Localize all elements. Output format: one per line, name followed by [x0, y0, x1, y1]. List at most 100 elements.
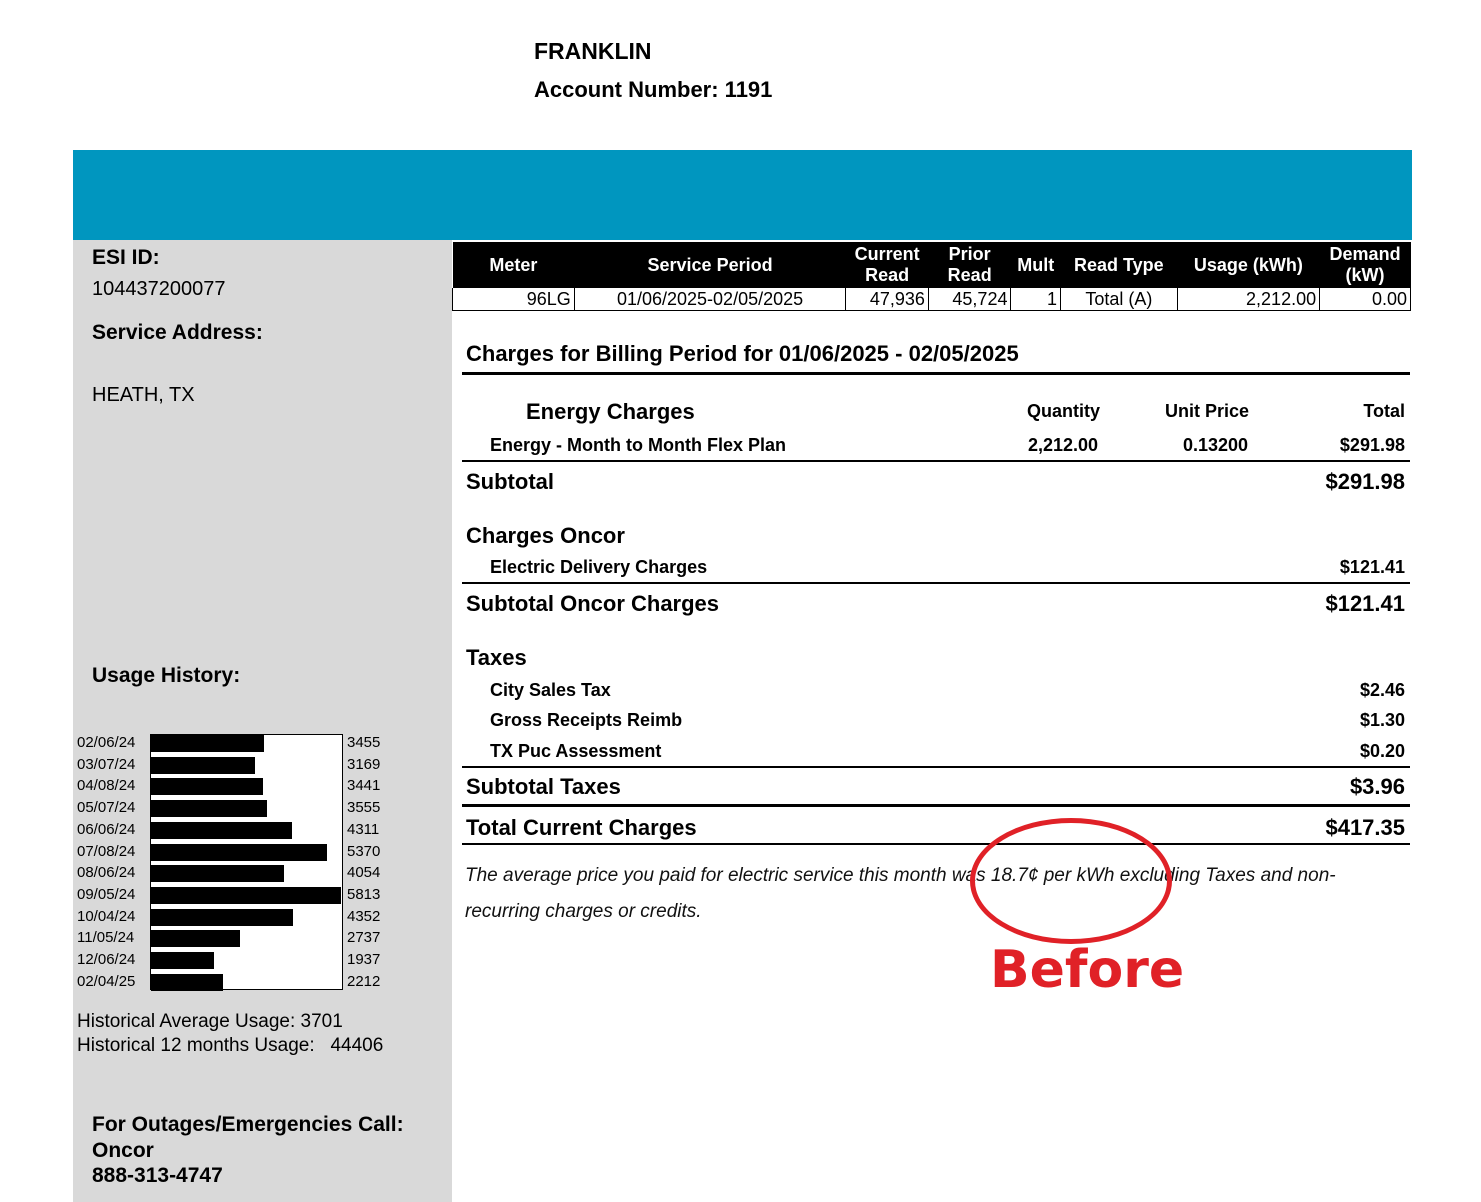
usage-value-label: 4054 — [347, 864, 381, 882]
taxes-subtotal-value: $3.96 — [1349, 774, 1405, 799]
subtotal-label: Subtotal — [466, 469, 554, 494]
usage-bar — [151, 821, 292, 839]
usage-bar — [151, 973, 223, 991]
energy-item-total: $291.98 — [1339, 435, 1405, 455]
subtotal-value: $291.98 — [1325, 469, 1405, 494]
usage-value-label: 4352 — [347, 907, 381, 925]
usage-date-label: 08/06/24 — [77, 864, 136, 882]
usage-date-label: 02/06/24 — [77, 734, 136, 751]
mult: 1 — [1010, 288, 1062, 311]
oncor-subtotal-value: $121.41 — [1325, 591, 1405, 616]
col-total-label: Total — [1363, 401, 1405, 421]
tax-item-label: City Sales Tax — [490, 680, 611, 700]
customer-name: FRANKLIN — [534, 38, 652, 64]
divider — [462, 843, 1410, 845]
usage-date-label: 03/07/24 — [77, 755, 136, 773]
usage-value-label: 3441 — [347, 777, 381, 795]
header-banner — [73, 150, 1412, 240]
oncor-charges-title: Charges Oncor — [466, 523, 625, 548]
average-price-note: The average price you paid for electric … — [465, 858, 1410, 930]
esi-id-label: ESI ID: — [92, 246, 160, 269]
col-mult: Mult — [1010, 242, 1061, 288]
usage-bar — [151, 843, 327, 861]
usage-history-label: Usage History: — [92, 664, 241, 687]
oncor-subtotal-label: Subtotal Oncor Charges — [466, 591, 720, 616]
usage-value-label: 2212 — [347, 972, 381, 990]
usage-bar — [151, 800, 267, 818]
oncor-item-label: Electric Delivery Charges — [490, 557, 708, 577]
usage-date-label: 07/08/24 — [77, 842, 136, 860]
billing-period-title: Charges for Billing Period for 01/06/202… — [466, 341, 1019, 366]
usage-bar — [151, 756, 255, 774]
prior-read: 45,724 — [927, 288, 1012, 311]
historical-average: Historical Average Usage: 3701 — [77, 1011, 343, 1032]
average-price-note-line2: recurring charges or credits. — [465, 901, 702, 922]
energy-item-unit-price: 0.13200 — [1183, 435, 1249, 455]
usage-value-label: 3555 — [347, 799, 381, 817]
annotation-label: Before — [990, 940, 1185, 1000]
tax-item-value: $0.20 — [1359, 741, 1405, 761]
usage-bar — [151, 930, 240, 948]
usage-bar — [151, 735, 264, 752]
usage-value-label: 4311 — [347, 820, 380, 838]
tax-item-value: $1.30 — [1359, 710, 1405, 730]
col-quantity-label: Quantity — [1027, 401, 1101, 421]
usage-value-label: 3455 — [347, 734, 381, 751]
account-number: Account Number: 1191 — [534, 77, 773, 102]
usage-value-label: 1937 — [347, 951, 381, 968]
service-address-label: Service Address: — [92, 321, 263, 344]
usage-date-label: 05/07/24 — [77, 799, 136, 817]
read-type: Total (A) — [1060, 288, 1178, 311]
col-meter: Meter — [452, 242, 575, 288]
col-prior-read: Prior Read — [928, 242, 1011, 288]
usage-date-label: 10/04/24 — [77, 907, 136, 925]
divider — [462, 804, 1410, 807]
usage-bar — [151, 886, 341, 904]
esi-id-value: 104437200077 — [92, 278, 226, 300]
annotation-circle — [970, 818, 1172, 944]
outage-label: For Outages/Emergencies Call: — [92, 1113, 404, 1136]
average-price-note-line1: The average price you paid for electric … — [465, 865, 1336, 886]
col-current-read: Current Read — [845, 242, 929, 288]
usage-date-label: 06/06/24 — [77, 820, 136, 838]
usage-value-label: 5370 — [347, 842, 381, 860]
col-usage: Usage (kWh) — [1177, 242, 1320, 288]
col-read-type: Read Type — [1060, 242, 1178, 288]
service-period: 01/06/2025-02/05/2025 — [573, 288, 847, 311]
usage-date-label: 09/05/24 — [77, 885, 136, 903]
total-current-charges-label: Total Current Charges — [466, 815, 697, 840]
historical-12-months: Historical 12 months Usage: 44406 — [77, 1035, 384, 1056]
divider — [462, 582, 1410, 584]
tax-item-label: Gross Receipts Reimb — [490, 710, 683, 730]
usage-date-label: 04/08/24 — [77, 777, 136, 795]
usage-date-label: 11/05/24 — [77, 929, 135, 947]
current-read: 47,936 — [845, 288, 929, 311]
usage-value-label: 2737 — [347, 929, 381, 947]
usage-value-label: 5813 — [347, 885, 381, 903]
demand-kw: 0.00 — [1319, 288, 1411, 311]
col-demand: Demand (kW) — [1319, 242, 1411, 288]
service-address-value: HEATH, TX — [92, 384, 195, 406]
energy-item-quantity: 2,212.00 — [1028, 435, 1099, 455]
usage-value-label: 3169 — [347, 755, 381, 773]
col-unit-price-label: Unit Price — [1165, 401, 1250, 421]
usage-kwh: 2,212.00 — [1176, 288, 1321, 311]
meter-table-header: Meter Service Period Current Read Prior Re… — [452, 242, 1411, 288]
usage-bar — [151, 778, 263, 796]
total-current-charges-value: $417.35 — [1325, 815, 1405, 840]
usage-date-label: 12/06/24 — [77, 951, 136, 968]
divider — [462, 372, 1410, 375]
col-service-period: Service Period — [574, 242, 846, 288]
outage-company: Oncor — [92, 1139, 154, 1162]
usage-bar — [151, 908, 293, 926]
usage-bar — [151, 865, 284, 883]
meter-table: Meter Service Period Current Read Prior Re… — [452, 242, 1411, 311]
tax-item-label: TX Puc Assessment — [490, 741, 662, 761]
oncor-item-value: $121.41 — [1339, 557, 1405, 577]
energy-charges-title: Energy Charges — [526, 399, 695, 424]
energy-item-label: Energy - Month to Month Flex Plan — [490, 435, 786, 455]
divider — [462, 766, 1410, 768]
taxes-subtotal-label: Subtotal Taxes — [466, 774, 621, 799]
tax-item-value: $2.46 — [1359, 680, 1405, 700]
divider — [462, 460, 1410, 462]
